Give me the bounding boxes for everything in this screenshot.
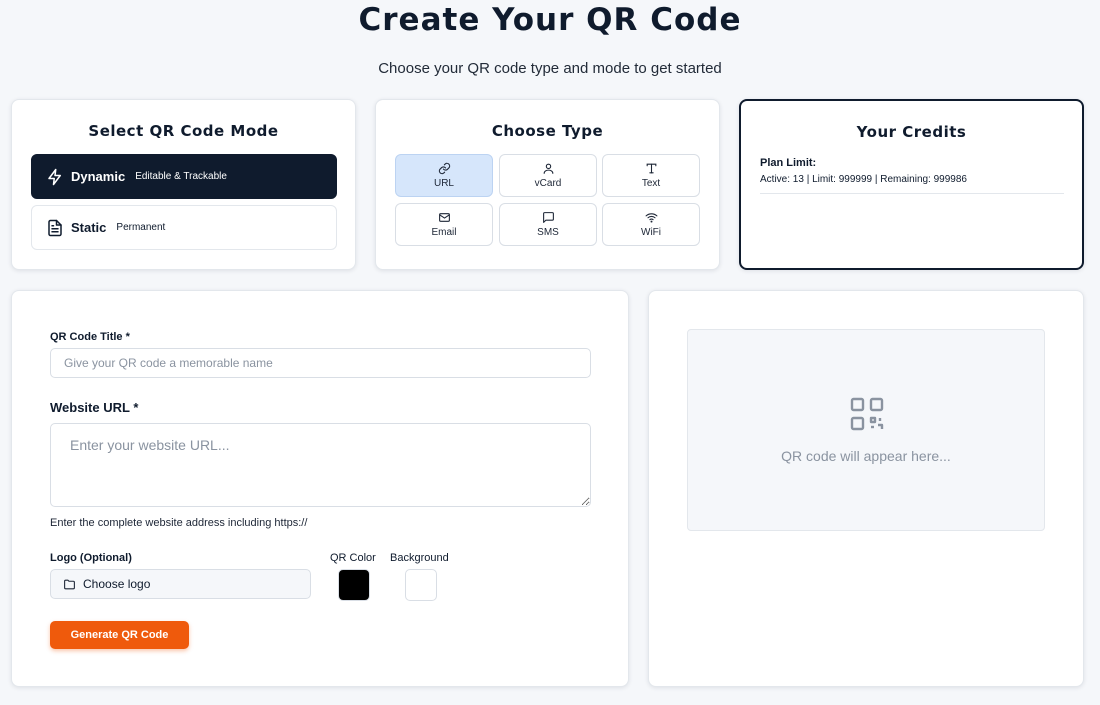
logo-label: Logo (Optional) xyxy=(50,552,132,564)
qr-preview-area: QR code will appear here... xyxy=(687,329,1045,531)
mode-static-desc: Permanent xyxy=(116,222,166,233)
choose-logo-label: Choose logo xyxy=(83,577,151,591)
mode-card-title: Select QR Code Mode xyxy=(88,122,279,140)
type-text-label: Text xyxy=(641,178,661,189)
qr-color-label: QR Color xyxy=(330,552,376,564)
website-url-helper: Enter the complete website address inclu… xyxy=(50,517,308,529)
qr-preview-placeholder: QR code will appear here... xyxy=(781,448,951,464)
credits-card: Your Credits Plan Limit: Active: 13 | Li… xyxy=(739,99,1084,270)
mode-static-button[interactable]: Static Permanent xyxy=(31,205,337,250)
type-sms-button[interactable]: SMS xyxy=(499,203,597,246)
qr-title-label: QR Code Title * xyxy=(50,331,130,343)
folder-icon xyxy=(63,578,76,591)
type-card: Choose Type URL vCard Text Email SMS WiF… xyxy=(375,99,720,270)
website-url-label: Website URL * xyxy=(50,400,139,415)
lightning-icon xyxy=(46,168,64,186)
mail-icon xyxy=(438,211,451,224)
type-sms-label: SMS xyxy=(537,227,559,238)
mode-dynamic-desc: Editable & Trackable xyxy=(135,171,227,182)
mode-static-label: Static xyxy=(71,220,107,235)
type-vcard-button[interactable]: vCard xyxy=(499,154,597,197)
link-icon xyxy=(438,162,451,175)
type-email-label: Email xyxy=(431,227,457,238)
form-card: QR Code Title * Website URL * Enter the … xyxy=(11,290,629,687)
type-email-button[interactable]: Email xyxy=(395,203,493,246)
plan-limit-label: Plan Limit: xyxy=(760,157,817,169)
page-title: Create Your QR Code xyxy=(358,2,742,38)
mode-dynamic-label: Dynamic xyxy=(71,169,126,184)
type-vcard-label: vCard xyxy=(534,178,562,189)
qr-title-input[interactable] xyxy=(50,348,591,378)
type-wifi-label: WiFi xyxy=(641,227,661,238)
credits-divider xyxy=(760,193,1064,194)
type-url-button[interactable]: URL xyxy=(395,154,493,197)
background-color-swatch[interactable] xyxy=(405,569,437,601)
qr-color-swatch[interactable] xyxy=(338,569,370,601)
mode-card: Select QR Code Mode Dynamic Editable & T… xyxy=(11,99,356,270)
preview-card: QR code will appear here... xyxy=(648,290,1084,687)
type-text-button[interactable]: Text xyxy=(602,154,700,197)
credits-card-title: Your Credits xyxy=(856,123,967,141)
page-subtitle: Choose your QR code type and mode to get… xyxy=(378,60,722,77)
wifi-icon xyxy=(645,211,658,224)
user-icon xyxy=(542,162,555,175)
choose-logo-button[interactable]: Choose logo xyxy=(50,569,311,599)
qr-code-icon xyxy=(850,397,884,431)
mode-dynamic-button[interactable]: Dynamic Editable & Trackable xyxy=(31,154,337,199)
text-icon xyxy=(645,162,658,175)
type-url-label: URL xyxy=(433,178,454,189)
chat-icon xyxy=(542,211,555,224)
type-card-title: Choose Type xyxy=(491,122,604,140)
page: Create Your QR Code Choose your QR code … xyxy=(0,0,1100,705)
generate-qr-button[interactable]: Generate QR Code xyxy=(50,621,189,649)
type-wifi-button[interactable]: WiFi xyxy=(602,203,700,246)
background-label: Background xyxy=(390,552,449,564)
website-url-textarea[interactable] xyxy=(50,423,591,507)
document-icon xyxy=(46,219,64,237)
plan-limit-value: Active: 13 | Limit: 999999 | Remaining: … xyxy=(760,174,967,185)
